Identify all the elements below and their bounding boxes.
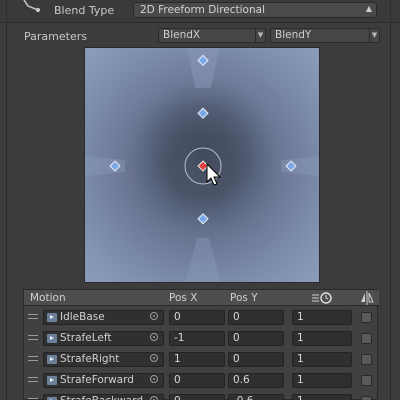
blend-weight-shading [111, 62, 295, 254]
blend-space-graph[interactable] [84, 47, 320, 283]
motion-clip-field[interactable]: StrafeLeft [43, 331, 164, 346]
motion-clip-name: StrafeForward [60, 374, 134, 386]
motion-clip-field[interactable]: StrafeRight [43, 352, 164, 367]
motion-row: StrafeLeft -1 0 1 [24, 328, 379, 349]
blend-type-label: Blend Type [54, 4, 115, 17]
motion-clip-field[interactable]: StrafeBackward [43, 394, 164, 400]
mirror-checkbox[interactable] [361, 312, 372, 323]
mirror-checkbox[interactable] [361, 375, 372, 386]
pos-y-field[interactable]: -0.6 [228, 394, 284, 400]
motion-clip-field[interactable]: StrafeForward [43, 373, 164, 388]
pos-y-field[interactable]: 0 [228, 331, 284, 346]
drag-handle-icon[interactable] [28, 314, 38, 319]
animation-clip-icon [47, 355, 57, 364]
pos-x-field[interactable]: 0 [169, 310, 225, 325]
blend-type-value: 2D Freeform Directional [140, 4, 265, 16]
target-picker-icon[interactable] [150, 354, 158, 362]
pos-y-field[interactable]: 0 [228, 310, 284, 325]
speed-field[interactable]: 1 [292, 373, 352, 388]
motion-clip-name: StrafeRight [60, 353, 120, 365]
motion-header: Motion [30, 292, 66, 304]
left-divider [6, 0, 7, 400]
dropdown-arrows-icon: ▲ [365, 4, 372, 13]
pos-y-field[interactable]: 0 [228, 352, 284, 367]
target-picker-icon[interactable] [150, 333, 158, 341]
speed-field[interactable]: 1 [292, 331, 352, 346]
mirror-checkbox[interactable] [361, 354, 372, 365]
speed-field[interactable]: 1 [292, 310, 352, 325]
blend-tree-icon [23, 0, 40, 12]
pos-y-field[interactable]: 0.6 [228, 373, 284, 388]
pos-x-field[interactable]: 0 [169, 394, 225, 400]
motion-row: IdleBase 0 0 1 [24, 307, 379, 328]
motion-clip-name: StrafeLeft [60, 332, 112, 344]
motion-row: StrafeForward 0 0.6 1 [24, 370, 379, 391]
target-picker-icon[interactable] [150, 396, 158, 400]
parameters-label: Parameters [24, 30, 87, 43]
x-parameter-value: BlendX [163, 29, 201, 41]
animation-clip-icon [47, 313, 57, 322]
speed-field[interactable]: 1 [292, 394, 352, 400]
speed-field[interactable]: 1 [292, 352, 352, 367]
drag-handle-icon[interactable] [28, 335, 38, 340]
mirror-checkbox[interactable] [361, 333, 372, 344]
clock-icon [312, 292, 332, 304]
y-parameter-dropdown[interactable]: BlendY ▼ [270, 28, 380, 43]
pos-y-header: Pos Y [230, 292, 258, 304]
y-parameter-value: BlendY [275, 29, 312, 41]
pos-x-field[interactable]: -1 [169, 331, 225, 346]
animation-clip-icon [47, 376, 57, 385]
pos-x-field[interactable]: 1 [169, 352, 225, 367]
motion-table: Motion Pos X Pos Y IdleBase 0 0 1 StrafeLeft… [23, 289, 379, 400]
motion-row: StrafeRight 1 0 1 [24, 349, 379, 370]
target-picker-icon[interactable] [150, 312, 158, 320]
blend-space-canvas[interactable] [85, 48, 320, 283]
drag-handle-icon[interactable] [28, 356, 38, 361]
blend-type-bar: Blend Type 2D Freeform Directional ▲ [0, 0, 400, 22]
header-separator [0, 22, 400, 23]
motion-clip-name: StrafeBackward [60, 395, 143, 400]
chevron-down-icon: ▼ [255, 29, 265, 42]
motion-row: StrafeBackward 0-0.6 1 [24, 391, 379, 400]
x-parameter-dropdown[interactable]: BlendX ▼ [158, 28, 266, 43]
chevron-down-icon: ▼ [369, 29, 379, 42]
motion-clip-name: IdleBase [60, 311, 105, 323]
animation-clip-icon [47, 334, 57, 343]
drag-handle-icon[interactable] [28, 377, 38, 382]
blend-type-dropdown[interactable]: 2D Freeform Directional ▲ [133, 2, 377, 18]
mirror-checkbox[interactable] [361, 396, 372, 400]
motion-clip-field[interactable]: IdleBase [43, 310, 164, 325]
target-picker-icon[interactable] [150, 375, 158, 383]
right-divider [390, 0, 391, 400]
pos-x-header: Pos X [169, 292, 198, 304]
mirror-icon [361, 291, 374, 305]
motion-table-header: Motion Pos X Pos Y [24, 290, 379, 306]
pos-x-field[interactable]: 0 [169, 373, 225, 388]
